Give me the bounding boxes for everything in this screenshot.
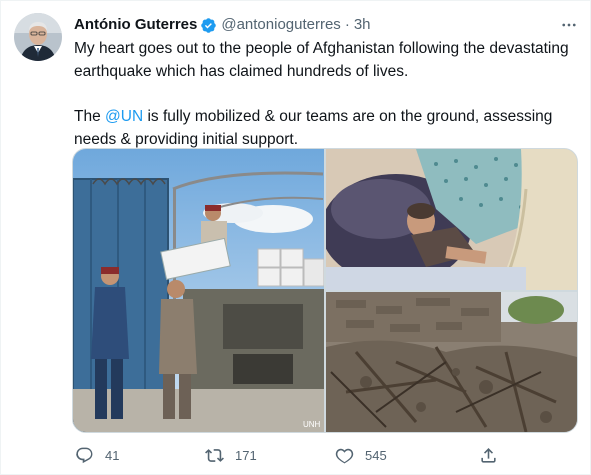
like-button[interactable]: 545 [334, 443, 387, 467]
retweet-button[interactable]: 171 [204, 443, 257, 467]
author-name[interactable]: António Guterres [74, 15, 197, 35]
mention-link[interactable]: @UN [105, 108, 143, 125]
tweet-actions: 41 171 545 [74, 443, 504, 467]
reply-icon [74, 445, 94, 465]
retweet-count: 171 [235, 447, 257, 463]
photo-aid-delivery[interactable]: UNH [73, 149, 324, 432]
photo-child-bed[interactable] [326, 149, 577, 290]
tweet-paragraph-1: My heart goes out to the people of Afgha… [74, 40, 569, 80]
author-avatar[interactable] [14, 13, 62, 61]
reply-count: 41 [105, 447, 120, 463]
tweet-paragraph-2: The @UN is fully mobilized & our teams a… [74, 105, 574, 151]
tweet-header: António Guterres @antonioguterres · 3h [74, 15, 371, 35]
heart-icon [334, 445, 354, 465]
more-options-icon[interactable] [557, 13, 581, 37]
share-icon [478, 445, 498, 465]
retweet-icon [204, 445, 224, 465]
photo-watermark: UNH [303, 420, 321, 429]
verified-badge-icon [200, 17, 217, 34]
author-handle[interactable]: @antonioguterres [221, 15, 340, 35]
paragraph-suffix: is fully mobilized & our teams are on th… [74, 108, 553, 148]
reply-button[interactable]: 41 [74, 443, 119, 467]
header-separator: · [344, 16, 350, 33]
media-grid: UNH [72, 148, 578, 433]
like-count: 545 [365, 447, 387, 463]
share-button[interactable] [478, 443, 498, 467]
tweet-card[interactable]: António Guterres @antonioguterres · 3h M… [0, 0, 591, 475]
tweet-timestamp[interactable]: 3h [354, 15, 371, 35]
tweet-text: My heart goes out to the people of Afgha… [74, 37, 574, 151]
photo-earthquake-damage[interactable] [326, 292, 577, 432]
paragraph-prefix: The [74, 108, 106, 125]
